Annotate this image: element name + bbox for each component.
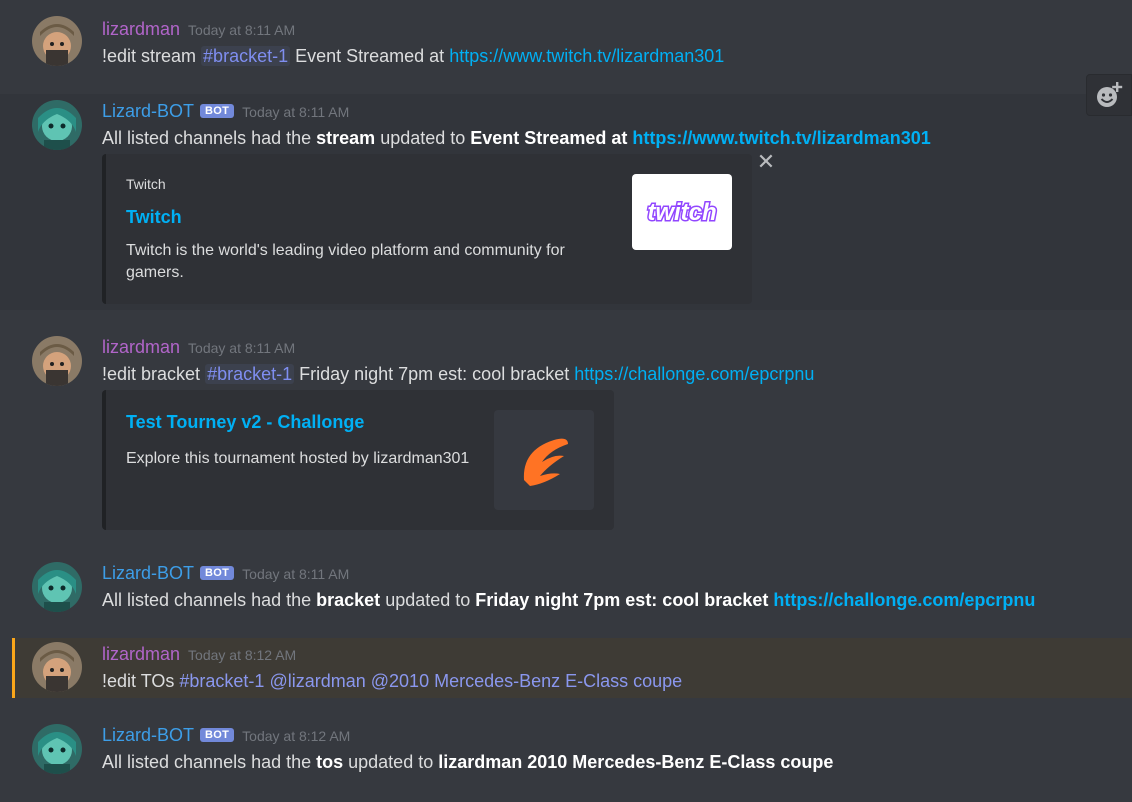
timestamp: Today at 8:11 AM — [188, 22, 296, 38]
user-avatar[interactable] — [32, 642, 82, 692]
embed-title[interactable]: Twitch — [126, 207, 182, 228]
message-content: !edit TOs #bracket-1 @lizardman @2010 Me… — [102, 671, 682, 692]
add-reaction-button[interactable] — [1086, 74, 1132, 116]
add-reaction-icon — [1097, 82, 1123, 107]
link[interactable]: https://www.twitch.tv/lizardman301 — [632, 128, 930, 148]
bold-text: Friday night 7pm est: cool bracket — [475, 590, 774, 610]
author-name[interactable]: Lizard-BOT — [102, 101, 194, 121]
timestamp: Today at 8:11 AM — [242, 566, 350, 582]
text: updated to — [343, 752, 439, 772]
text: !edit stream — [102, 46, 202, 66]
author-name[interactable]: lizardman — [102, 644, 180, 664]
timestamp: Today at 8:12 AM — [242, 728, 351, 744]
text: updated to — [375, 128, 471, 148]
text: Friday night 7pm est: cool bracket — [294, 364, 575, 384]
channel-mention[interactable]: #bracket-1 — [205, 364, 295, 384]
link-embed: Twitch Twitch Twitch is the world's lead… — [102, 154, 752, 304]
message: Lizard-BOT BOT Today at 8:12 AM All listed… — [0, 712, 1132, 802]
timestamp: Today at 8:12 AM — [188, 647, 297, 663]
embed-thumbnail[interactable] — [494, 410, 594, 510]
close-icon[interactable]: ✕ — [756, 151, 776, 173]
bot-badge: BOT — [200, 566, 235, 580]
bot-avatar[interactable] — [32, 724, 82, 774]
timestamp: Today at 8:11 AM — [188, 340, 296, 356]
text: !edit TOs — [102, 671, 180, 691]
bold-text: stream — [316, 128, 376, 148]
bot-avatar[interactable] — [32, 562, 82, 612]
user-mention[interactable]: @lizardman — [269, 671, 365, 691]
embed-description: Explore this tournament hosted by lizard… — [126, 450, 470, 467]
embed-description-line: Twitch is the world's leading video plat… — [126, 242, 565, 259]
text: All listed channels had the — [102, 590, 317, 610]
bot-badge: BOT — [200, 104, 235, 118]
link-embed: Test Tourney v2 - Challonge Explore this… — [102, 390, 614, 530]
bot-badge: BOT — [200, 728, 235, 742]
message: lizardman Today at 8:11 AM !edit bracket … — [0, 320, 1132, 540]
author-name[interactable]: Lizard-BOT — [102, 563, 194, 583]
link[interactable]: https://challonge.com/epcrpnu — [574, 364, 814, 384]
link[interactable]: https://challonge.com/epcrpnu — [773, 590, 1035, 610]
bot-avatar[interactable] — [32, 100, 82, 150]
twitch-logo-icon: twitch — [647, 199, 716, 226]
message-content: !edit stream #bracket-1 Event Streamed a… — [102, 46, 724, 67]
message: Lizard-BOT BOT Today at 8:11 AM All listed… — [0, 94, 1132, 310]
text: All listed channels had the — [102, 752, 317, 772]
bold-text: bracket — [316, 590, 381, 610]
message: Lizard-BOT BOT Today at 8:11 AM All listed… — [0, 550, 1132, 630]
embed-description: Twitch is the world's leading video plat… — [126, 240, 565, 284]
challonge-logo-icon — [523, 438, 568, 486]
message-content: All listed channels had the bracket upda… — [102, 590, 1035, 611]
channel-mention[interactable]: #bracket-1 — [179, 671, 264, 691]
chat-messages: lizardman Today at 8:11 AM !edit stream #… — [0, 0, 1132, 802]
author-name[interactable]: lizardman — [102, 19, 180, 39]
embed-title[interactable]: Test Tourney v2 - Challonge — [126, 412, 364, 433]
user-mention[interactable]: @2010 Mercedes-Benz E-Class coupe — [371, 671, 682, 691]
bold-text: Event Streamed at — [470, 128, 633, 148]
embed-provider[interactable]: Twitch — [126, 176, 166, 192]
link[interactable]: https://www.twitch.tv/lizardman301 — [449, 46, 724, 66]
author-name[interactable]: Lizard-BOT — [102, 725, 194, 745]
message-content: All listed channels had the stream updat… — [102, 128, 931, 149]
author-name[interactable]: lizardman — [102, 337, 180, 357]
message: lizardman Today at 8:11 AM !edit stream #… — [0, 0, 1132, 84]
embed-description-line: gamers. — [126, 264, 184, 281]
text: All listed channels had the — [102, 128, 317, 148]
embed-thumbnail[interactable]: twitch — [632, 174, 732, 250]
bold-text: lizardman 2010 Mercedes-Benz E-Class cou… — [438, 752, 834, 772]
user-avatar[interactable] — [32, 336, 82, 386]
text: updated to — [380, 590, 476, 610]
user-avatar[interactable] — [32, 16, 82, 66]
channel-mention[interactable]: #bracket-1 — [201, 46, 291, 66]
bold-text: tos — [316, 752, 344, 772]
timestamp: Today at 8:11 AM — [242, 104, 350, 120]
message-content: All listed channels had the tos updated … — [102, 752, 833, 773]
text: !edit bracket — [102, 364, 206, 384]
message-mentioned: lizardman Today at 8:12 AM !edit TOs #bra… — [12, 638, 1132, 698]
text: Event Streamed at — [290, 46, 450, 66]
message-content: !edit bracket #bracket-1 Friday night 7p… — [102, 364, 814, 385]
